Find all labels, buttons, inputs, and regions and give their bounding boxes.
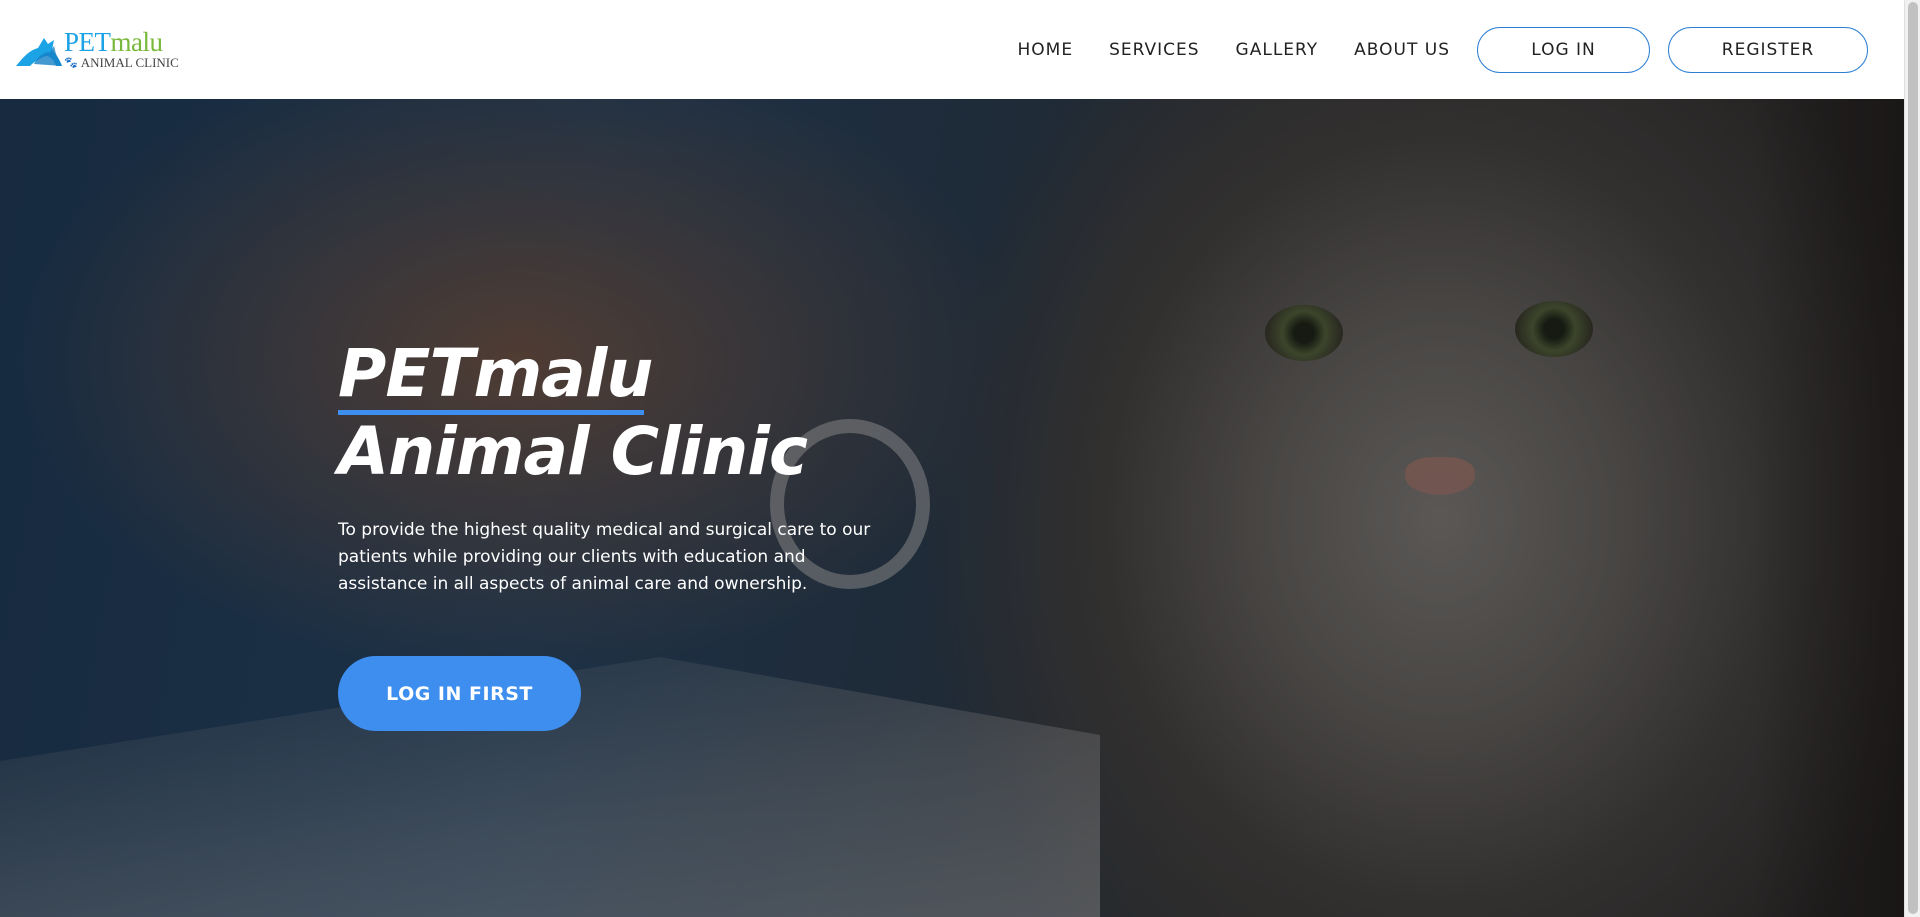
login-button[interactable]: LOG IN	[1477, 27, 1650, 73]
logo-subtitle-row: 🐾 ANIMAL CLINIC	[64, 56, 179, 70]
hero-title-line2: Animal Clinic	[338, 413, 808, 490]
login-first-button[interactable]: LOG IN FIRST	[338, 656, 581, 731]
logo-title-pet: PET	[64, 27, 111, 57]
hero-overlay	[0, 99, 1904, 917]
logo-subtitle: ANIMAL CLINIC	[80, 55, 179, 70]
nav-about-us[interactable]: ABOUT US	[1354, 40, 1450, 60]
site-header: PETmalu 🐾 ANIMAL CLINIC HOME SERVICES GA…	[0, 0, 1904, 99]
hero-section: PETmalu Animal Clinic To provide the hig…	[0, 99, 1904, 917]
main-nav: HOME SERVICES GALLERY ABOUT US LOG IN RE…	[1018, 27, 1868, 73]
pet-silhouette-icon	[14, 30, 66, 70]
nav-gallery[interactable]: GALLERY	[1236, 40, 1319, 60]
hero-title-line1: PETmalu	[338, 335, 653, 412]
page-scrollbar[interactable]	[1904, 0, 1920, 917]
paw-icon: 🐾	[64, 57, 78, 69]
register-button[interactable]: REGISTER	[1668, 27, 1868, 73]
logo-text: PETmalu 🐾 ANIMAL CLINIC	[64, 28, 179, 70]
hero-description: To provide the highest quality medical a…	[338, 520, 871, 594]
scrollbar-thumb[interactable]	[1908, 2, 1918, 914]
brand-logo[interactable]: PETmalu 🐾 ANIMAL CLINIC	[14, 28, 184, 72]
logo-title-malu: malu	[110, 27, 164, 57]
hero-content: PETmalu Animal Clinic To provide the hig…	[338, 335, 898, 598]
logo-title: PETmalu	[64, 28, 179, 56]
nav-home[interactable]: HOME	[1018, 40, 1074, 60]
nav-services[interactable]: SERVICES	[1109, 40, 1199, 60]
